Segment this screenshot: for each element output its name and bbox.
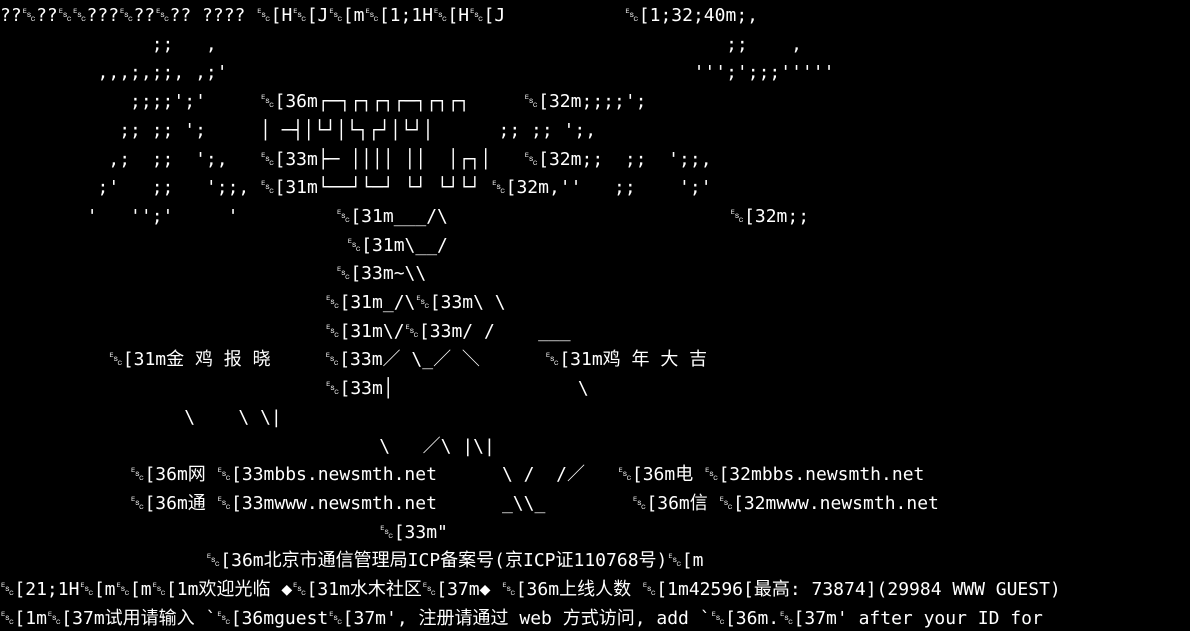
terminal-line: ;' ;; ';;, ␛[31m└──┘└─┘ └┘ └┘└┘ ␛[32m,''… [0, 177, 712, 199]
terminal-line: ␛[36m网 ␛[33mbbs.newsmth.net \ / /／ ␛[36m… [0, 464, 925, 486]
terminal-line: ␛[33m~\\ [0, 263, 427, 285]
terminal-line: \ ／\ |\| [0, 435, 495, 457]
terminal-line: ␛[36m通 ␛[33mwww.newsmth.net _\\_ ␛[36m信 … [0, 492, 939, 514]
terminal-line: ␛[33m│ \ [0, 378, 589, 400]
terminal-line: ' '';' ' ␛[31m___/\ ␛[32m;; [0, 205, 810, 227]
terminal-line: \ \ \| [0, 406, 282, 428]
terminal-line: ;;;;';' ␛[36m┌─┐┌┐┌┐┌─┐┌┐┌┐ ␛[32m;;;;'; [0, 91, 647, 113]
terminal-line: ␛[31m_/\␛[33m\ \ [0, 292, 506, 313]
status-line: ␛[21;1H␛[m␛[m␛[1m欢迎光临 ◆␛[31m水木社区␛[37m◆ ␛… [0, 579, 1061, 600]
terminal-screen[interactable]: ??␛??␛␛???␛??␛?? ???? ␛[H␛[J␛[m␛[1;1H␛[H… [0, 0, 1190, 631]
terminal-line: ␛[31m\__/ [0, 234, 448, 256]
icp-notice-line: ␛[36m北京市通信管理局ICP备案号(京ICP证110768号)␛[m [0, 550, 704, 572]
terminal-line: ,; ;; ';, ␛[33m├─ ││││ ││ │┌┐│ ␛[32m;; ;… [0, 148, 712, 170]
terminal-line: ␛[33m" [0, 521, 448, 543]
terminal-line: ??␛??␛␛???␛??␛?? ???? ␛[H␛[J␛[m␛[1;1H␛[H… [0, 5, 758, 26]
terminal-line: ;; ;; '; │ ─┤│└┘│└┐┌┘│└┘│ ;; ;; ';, [0, 119, 597, 141]
login-prompt-line: ␛[1m␛[37m试用请输入 `␛[36mguest␛[37m', 注册请通过 … [0, 607, 1043, 629]
terminal-line: ␛[31m金 鸡 报 晓 ␛[33m／ \_／ ＼ ␛[31m鸡 年 大 吉 [0, 349, 708, 371]
terminal-line: ␛[31m\/␛[33m/ / ___ [0, 320, 571, 342]
terminal-line: ;; , ;; , [0, 33, 802, 55]
terminal-line: ,,,;,;;, ,;' ''';';;;''''' [0, 62, 835, 84]
